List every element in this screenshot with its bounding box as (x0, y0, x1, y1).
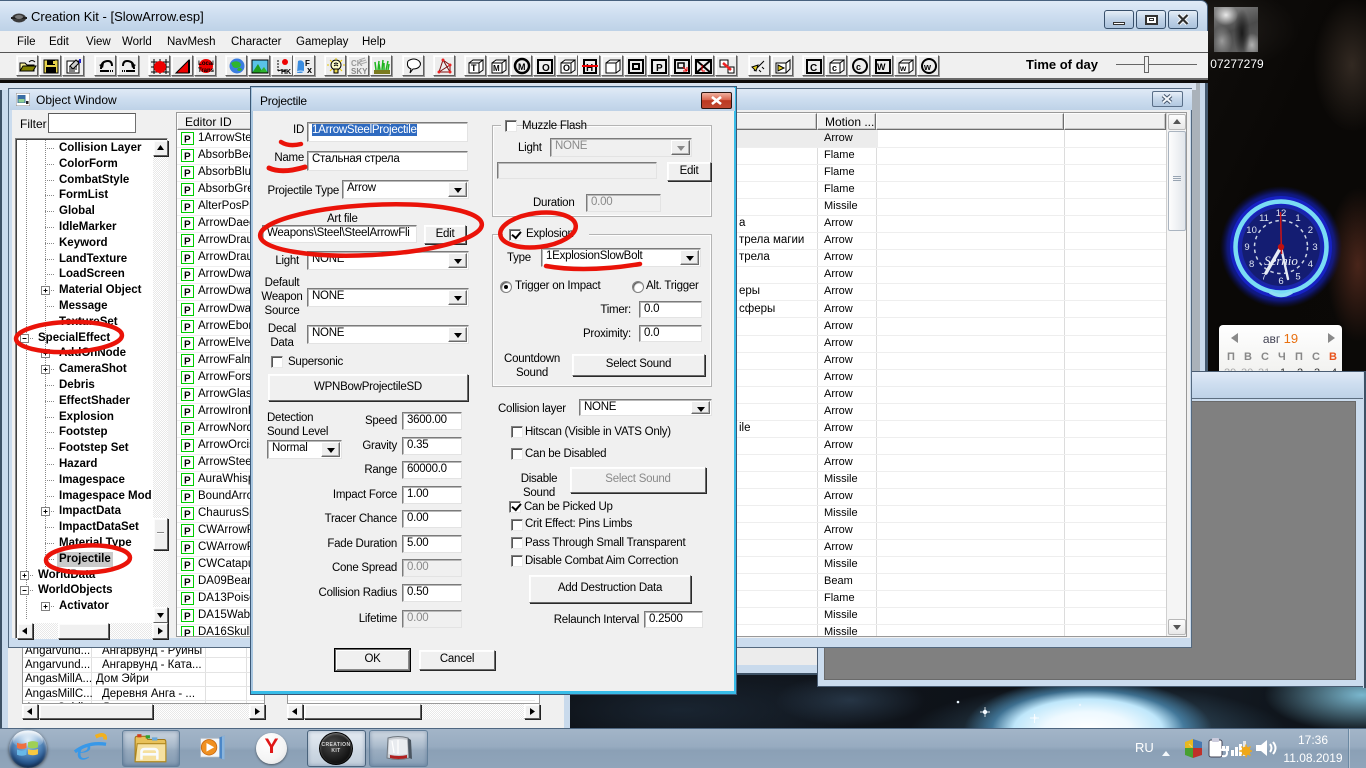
svg-text:10: 10 (1246, 225, 1257, 236)
svg-text:M: M (493, 64, 500, 73)
svg-text:4: 4 (1308, 259, 1313, 270)
svg-text:M: M (518, 62, 526, 72)
svg-text:P: P (184, 152, 191, 163)
svg-text:P: P (184, 271, 191, 282)
svg-text:P: P (184, 391, 191, 402)
svg-text:P: P (184, 374, 191, 385)
svg-text:6: 6 (1278, 276, 1283, 287)
svg-text:P: P (184, 323, 191, 334)
svg-text:P: P (184, 135, 191, 146)
svg-text:P: P (184, 220, 191, 231)
svg-text:P: P (184, 237, 191, 248)
svg-text:P: P (184, 612, 191, 623)
svg-text:x: x (307, 65, 312, 75)
svg-text:P: P (184, 476, 191, 487)
svg-text:P: P (184, 425, 191, 436)
svg-text:P: P (184, 544, 191, 555)
svg-text:5: 5 (1295, 272, 1300, 283)
svg-text:C: C (810, 63, 817, 74)
svg-text:P: P (184, 578, 191, 589)
svg-text:P: P (184, 595, 191, 606)
svg-text:w: w (923, 62, 932, 72)
svg-text:P: P (184, 493, 191, 504)
svg-text:w: w (899, 64, 907, 73)
svg-text:P: P (184, 203, 191, 214)
svg-text:H: H (586, 63, 593, 74)
svg-text:c: c (832, 63, 837, 73)
svg-text:P: P (184, 629, 191, 637)
svg-text:Trans: Trans (198, 68, 215, 74)
svg-text:P: P (184, 169, 191, 180)
svg-text:3: 3 (1312, 242, 1317, 253)
svg-text:P: P (184, 340, 191, 351)
svg-text:c: c (856, 62, 861, 72)
svg-text:P: P (184, 442, 191, 453)
svg-text:T: T (471, 63, 477, 73)
svg-text:Local: Local (198, 61, 214, 67)
svg-text:SKY: SKY (351, 67, 368, 76)
svg-text:P: P (184, 527, 191, 538)
svg-text:O: O (542, 63, 550, 74)
svg-text:W: W (877, 62, 886, 72)
svg-text:P: P (184, 510, 191, 521)
svg-text:P: P (656, 63, 663, 74)
svg-text:11: 11 (1259, 213, 1269, 224)
svg-text:9: 9 (1244, 242, 1249, 253)
svg-text:P: P (184, 288, 191, 299)
svg-text:P: P (184, 408, 191, 419)
svg-text:P: P (184, 561, 191, 572)
svg-text:HK: HK (281, 69, 291, 76)
svg-text:P: P (184, 186, 191, 197)
svg-text:P: P (184, 357, 191, 368)
svg-text:P: P (184, 254, 191, 265)
svg-text:P: P (184, 306, 191, 317)
svg-text:P: P (184, 459, 191, 470)
svg-text:2: 2 (1308, 225, 1313, 236)
svg-text:1: 1 (1295, 213, 1300, 224)
svg-text:O: O (563, 63, 570, 73)
svg-text:8: 8 (1249, 259, 1254, 270)
